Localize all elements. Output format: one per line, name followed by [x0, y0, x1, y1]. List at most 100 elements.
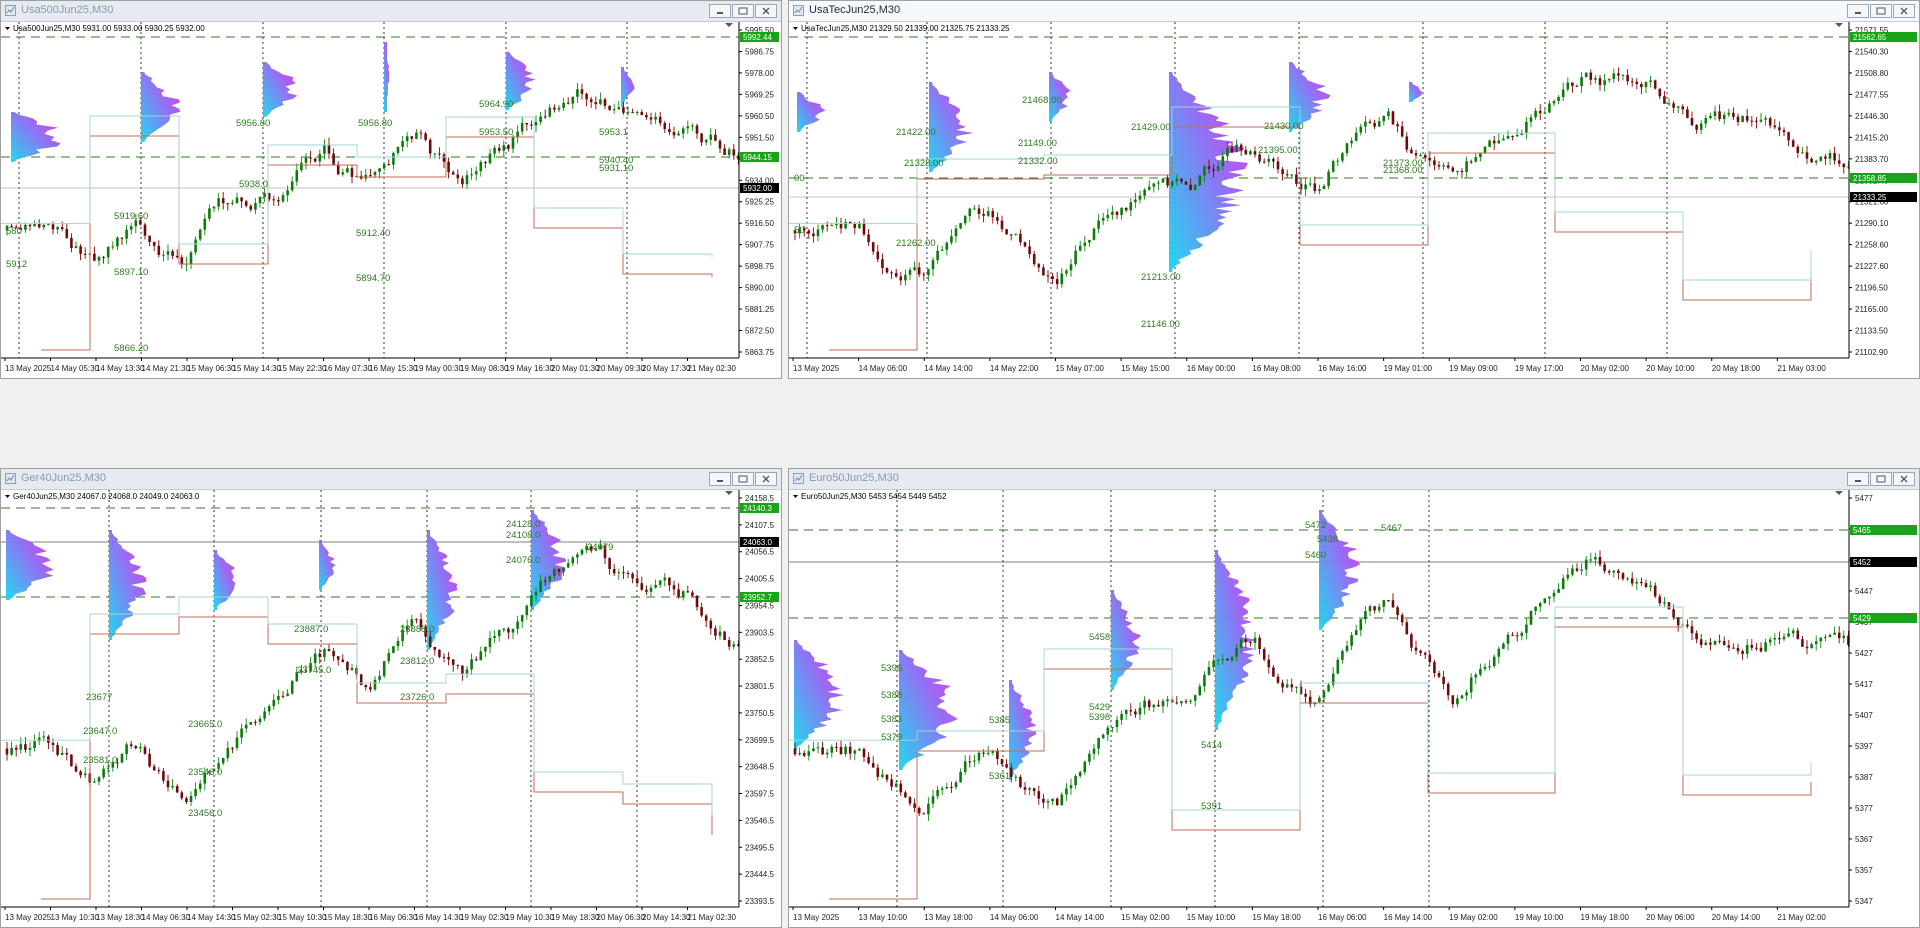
- price-tag: 5944.15: [740, 152, 779, 162]
- price-tick: 5951.50: [745, 133, 774, 142]
- price-tick: 23393.5: [745, 897, 774, 906]
- chart-canvas[interactable]: UsaTecJun25,M30 21329.50 21339.00 21325.…: [789, 22, 1919, 378]
- time-tick: 14 May 13:30: [96, 364, 145, 373]
- time-tick: 16 May 15:30: [369, 364, 418, 373]
- time-tick: 15 May 02:30: [233, 913, 282, 922]
- time-axis: 13 May 2025 13 May 10:3013 May 18:3014 Ma…: [1, 906, 739, 922]
- level-label: 5938.0: [239, 179, 268, 190]
- price-tick: 21508.80: [1855, 69, 1889, 78]
- svg-text:5944.15: 5944.15: [743, 153, 772, 162]
- price-tick: 21290.10: [1855, 219, 1889, 228]
- price-tag: 21562.65: [1850, 32, 1917, 42]
- chart-window-usa500[interactable]: Usa500Jun25,M30 Usa500Jun25,M30 5931.00 …: [0, 0, 782, 379]
- minimize-button[interactable]: [1847, 472, 1869, 486]
- window-titlebar[interactable]: Euro50Jun25,M30: [789, 469, 1919, 490]
- time-tick: 21 May 02:30: [688, 364, 737, 373]
- chart-window-euro50[interactable]: Euro50Jun25,M30 Euro50Jun25,M30 5453 545…: [788, 468, 1920, 928]
- time-tick: 14 May 06:00: [859, 364, 908, 373]
- level-label: 21262.00: [896, 238, 936, 249]
- symbol-header: UsaTecJun25,M30 21329.50 21339.00 21325.…: [793, 24, 1010, 33]
- price-tick: 21227.60: [1855, 262, 1889, 271]
- level-label: 21213.00: [1141, 272, 1181, 283]
- close-button[interactable]: [755, 472, 777, 486]
- close-button[interactable]: [755, 4, 777, 18]
- minimize-icon: [717, 480, 723, 482]
- close-button[interactable]: [1893, 4, 1915, 18]
- restore-button[interactable]: [732, 472, 754, 486]
- triangle-down-icon: [5, 27, 10, 30]
- svg-text:5932.00: 5932.00: [743, 184, 772, 193]
- chart-window-ger40[interactable]: Ger40Jun25,M30 Ger40Jun25,M30 24067.0 24…: [0, 468, 782, 928]
- chart-canvas[interactable]: Usa500Jun25,M30 5931.00 5933.00 5930.25 …: [1, 22, 781, 378]
- level-label: 21149.00: [1018, 138, 1057, 149]
- price-tick: 5477: [1855, 494, 1873, 503]
- chart-window-icon: [793, 5, 804, 16]
- window-titlebar[interactable]: Ger40Jun25,M30: [1, 469, 781, 490]
- level-steps: [1, 596, 713, 900]
- time-tick: 14 May 06:00: [990, 913, 1039, 922]
- svg-text:21333.25: 21333.25: [1853, 193, 1887, 202]
- triangle-down-icon: [5, 495, 10, 498]
- price-tick: 5881.25: [745, 305, 774, 314]
- minimize-button[interactable]: [709, 472, 731, 486]
- symbol-header: Usa500Jun25,M30 5931.00 5933.00 5930.25 …: [5, 24, 205, 33]
- level-label: 23812.0: [400, 656, 434, 667]
- window-titlebar[interactable]: Usa500Jun25,M30: [1, 1, 781, 22]
- time-tick: 15 May 10:30: [278, 913, 327, 922]
- level-label: 24076.0: [506, 555, 540, 566]
- price-chart[interactable]: Ger40Jun25,M30 24067.0 24068.0 24049.0 2…: [1, 490, 781, 927]
- restore-icon: [738, 475, 748, 483]
- restore-button[interactable]: [1870, 472, 1892, 486]
- level-label: 5953.50: [479, 127, 513, 138]
- time-tick: 16 May 08:00: [1252, 364, 1301, 373]
- price-tag: 5429: [1850, 613, 1917, 623]
- close-button[interactable]: [1893, 472, 1915, 486]
- price-tick: 21102.90: [1855, 348, 1888, 357]
- price-chart[interactable]: Usa500Jun25,M30 5931.00 5933.00 5930.25 …: [1, 22, 781, 378]
- chart-window-icon: [793, 473, 804, 484]
- minimize-button[interactable]: [709, 4, 731, 18]
- price-tick: 5387: [1855, 773, 1873, 782]
- minimize-button[interactable]: [1847, 4, 1869, 18]
- chart-window-usatec[interactable]: UsaTecJun25,M30 UsaTecJun25,M30 21329.50…: [788, 0, 1920, 379]
- price-tick: 24005.5: [745, 575, 774, 584]
- price-axis: 21571.5521540.3021508.8021477.5521446.30…: [1835, 22, 1917, 358]
- window-title: Euro50Jun25,M30: [809, 472, 899, 484]
- restore-button[interactable]: [732, 4, 754, 18]
- time-tick: 20 May 09:30: [597, 364, 646, 373]
- level-label: 21430.00: [1264, 121, 1304, 132]
- time-tick: 16 May 00:00: [1187, 364, 1236, 373]
- time-tick: 15 May 22:30: [278, 364, 327, 373]
- restore-button[interactable]: [1870, 4, 1892, 18]
- chart-canvas[interactable]: Euro50Jun25,M30 5453 5454 5449 5452 5472 5…: [789, 490, 1919, 927]
- time-tick: 19 May 01:00: [1384, 364, 1433, 373]
- level-label: 5361: [989, 771, 1010, 782]
- time-tick: 19 May 10:00: [1515, 913, 1564, 922]
- time-tick: 19 May 10:30: [506, 913, 555, 922]
- price-tick: 5863.75: [745, 348, 774, 357]
- level-label: 5383: [881, 714, 902, 725]
- svg-text:24140.3: 24140.3: [743, 504, 772, 513]
- price-tick: 23597.5: [745, 790, 774, 799]
- window-titlebar[interactable]: UsaTecJun25,M30: [789, 1, 1919, 22]
- level-label: 23546.0: [188, 767, 222, 778]
- level-label: 5398: [1089, 712, 1110, 723]
- price-tick: 5347: [1855, 897, 1873, 906]
- time-tick: 19 May 17:00: [1515, 364, 1564, 373]
- level-label: 23581.0: [83, 755, 117, 766]
- price-tag: 24140.3: [740, 503, 779, 513]
- window-title: Usa500Jun25,M30: [21, 4, 114, 16]
- close-icon: [1900, 475, 1908, 483]
- time-tick: 19 May 09:00: [1449, 364, 1498, 373]
- price-tick: 24056.5: [745, 548, 774, 557]
- time-tick: 13 May 2025: [5, 913, 52, 922]
- time-tick: 20 May 18:00: [1712, 364, 1761, 373]
- chart-canvas[interactable]: Ger40Jun25,M30 24067.0 24068.0 24049.0 2…: [1, 490, 781, 927]
- level-labels: 5956.80 5938.0 5919.60 5897.10 5866.20 5956.8…: [6, 99, 633, 354]
- time-tick: 20 May 14:30: [642, 913, 691, 922]
- time-tick: 20 May 17:30: [642, 364, 691, 373]
- level-label: 21332.00: [1018, 156, 1058, 167]
- price-chart[interactable]: Euro50Jun25,M30 5453 5454 5449 5452 5472 5…: [789, 490, 1919, 927]
- time-tick: 20 May 14:00: [1712, 913, 1761, 922]
- price-chart[interactable]: UsaTecJun25,M30 21329.50 21339.00 21325.…: [789, 22, 1919, 378]
